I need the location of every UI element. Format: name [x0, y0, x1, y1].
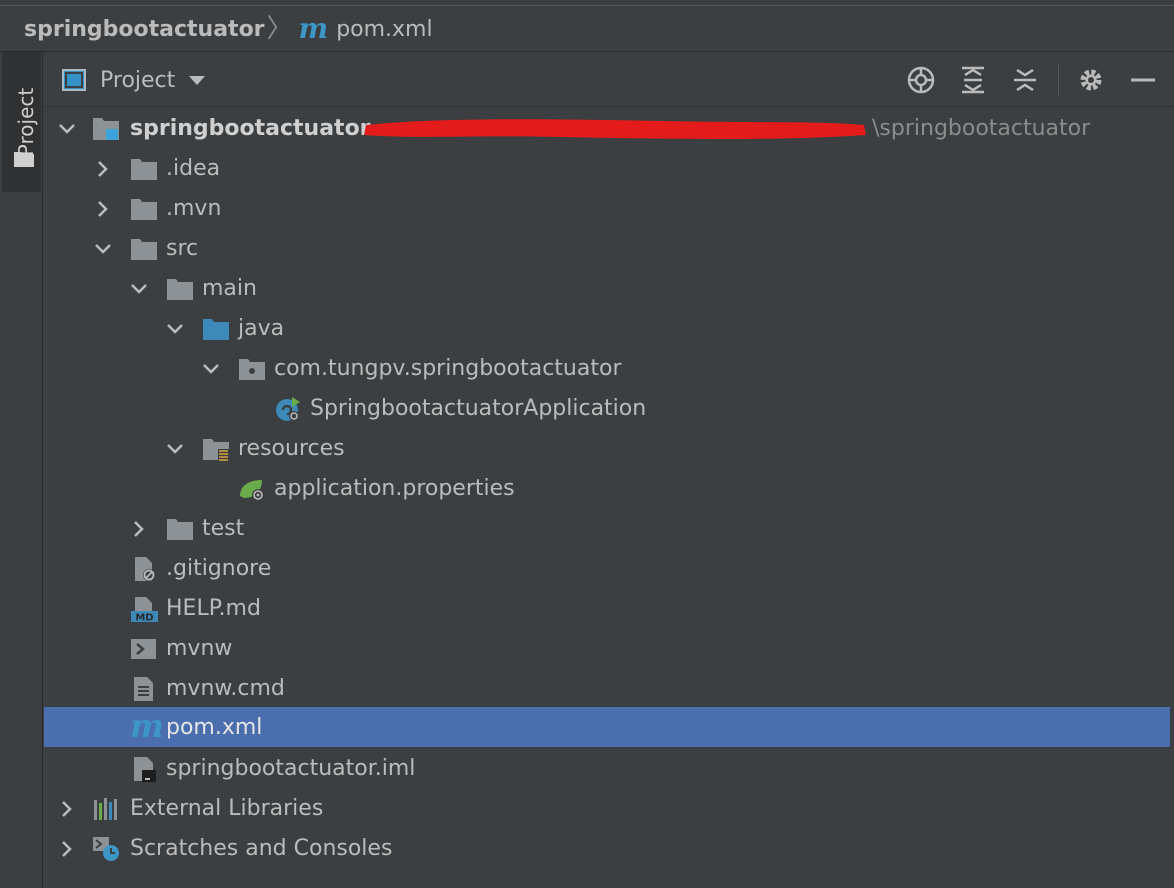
- tree-item-application-class[interactable]: SpringbootactuatorApplication: [44, 389, 1170, 429]
- tree-item-package[interactable]: com.tungpv.springbootactuator: [44, 349, 1170, 389]
- tree-item-label: External Libraries: [130, 796, 324, 821]
- scratches-icon: [93, 837, 119, 861]
- settings-button[interactable]: [1074, 63, 1108, 97]
- folder-icon: [167, 279, 193, 300]
- tree-item-label: main: [202, 276, 257, 301]
- tree-item-label: .gitignore: [166, 556, 272, 581]
- minimize-icon: [1131, 78, 1155, 82]
- folder-icon: [131, 199, 157, 220]
- tree-item-java[interactable]: java: [44, 309, 1170, 349]
- tree-item-label: SpringbootactuatorApplication: [310, 396, 647, 421]
- view-selector[interactable]: Project: [62, 53, 206, 107]
- tree-item-label: mvnw: [166, 636, 233, 661]
- view-selector-label: Project: [100, 67, 176, 93]
- chevron-down-icon[interactable]: [92, 238, 114, 260]
- tree-item-resources[interactable]: resources: [44, 429, 1170, 469]
- folder-icon: [14, 152, 34, 167]
- tree-item-main[interactable]: main: [44, 269, 1170, 309]
- ignore-file-icon: [135, 557, 155, 581]
- maven-icon: m: [298, 12, 329, 45]
- folder-icon: [131, 239, 157, 260]
- breadcrumb-separator: 〉: [266, 14, 293, 44]
- chevron-down-icon[interactable]: [128, 278, 150, 300]
- expand-all-button[interactable]: [956, 63, 990, 97]
- tree-item-label: application.properties: [274, 476, 515, 501]
- breadcrumb-file[interactable]: pom.xml: [336, 17, 432, 42]
- spring-properties-icon: [240, 480, 264, 501]
- tree-item-label: Scratches and Consoles: [130, 836, 393, 861]
- chevron-down-icon: [189, 75, 206, 85]
- chevron-down-icon[interactable]: [164, 318, 186, 340]
- tree-item-test[interactable]: test: [44, 509, 1170, 549]
- spring-class-icon: [276, 397, 300, 421]
- module-folder-icon: [93, 118, 119, 140]
- collapse-all-button[interactable]: [1008, 63, 1042, 97]
- window-top-border: [0, 0, 1174, 6]
- maven-icon: m: [130, 707, 164, 745]
- project-tree[interactable]: springbootactuator \springbootactuator .…: [44, 108, 1174, 888]
- chevron-down-icon[interactable]: [56, 118, 78, 140]
- tree-item-path: \springbootactuator: [872, 116, 1091, 141]
- tool-window-stripe: Project: [0, 52, 43, 888]
- tree-item-label: springbootactuator.iml: [166, 756, 416, 781]
- gear-icon: [1080, 69, 1102, 91]
- project-view-icon: [62, 69, 86, 91]
- markdown-icon: MD: [131, 597, 158, 623]
- tree-item-help-md[interactable]: MD HELP.md: [44, 589, 1170, 629]
- tree-item-label: mvnw.cmd: [166, 676, 285, 701]
- chevron-right-icon[interactable]: [92, 158, 114, 180]
- tree-item-label: pom.xml: [166, 715, 263, 740]
- tree-item-scratches[interactable]: Scratches and Consoles: [44, 829, 1170, 869]
- text-file-icon: [134, 677, 153, 701]
- libraries-icon: [94, 798, 117, 820]
- tree-item-label: test: [202, 516, 245, 541]
- project-tool-window-tab[interactable]: Project: [2, 52, 41, 192]
- source-folder-icon: [203, 319, 229, 340]
- tree-item-idea[interactable]: .idea: [44, 149, 1170, 189]
- tree-item-label: src: [166, 236, 199, 261]
- chevron-right-icon[interactable]: [56, 838, 78, 860]
- tree-item-iml[interactable]: springbootactuator.iml: [44, 749, 1170, 789]
- tree-item-label: resources: [238, 436, 345, 461]
- package-icon: [239, 359, 265, 380]
- iml-file-icon: [134, 757, 156, 782]
- markdown-badge-text: MD: [135, 613, 153, 623]
- tree-item-mvnw[interactable]: mvnw: [44, 629, 1170, 669]
- folder-icon: [131, 159, 157, 180]
- folder-icon: [167, 519, 193, 540]
- minimize-button[interactable]: [1126, 63, 1160, 97]
- tree-item-label: springbootactuator: [130, 116, 371, 141]
- tree-item-mvn[interactable]: .mvn: [44, 189, 1170, 229]
- tree-item-label: .mvn: [166, 196, 222, 221]
- tree-item-pom-xml[interactable]: m pom.xml: [44, 707, 1170, 747]
- navigation-bar: springbootactuator 〉 m pom.xml: [0, 7, 1174, 52]
- tree-item-label: com.tungpv.springbootactuator: [274, 356, 622, 381]
- tree-item-mvnw-cmd[interactable]: mvnw.cmd: [44, 669, 1170, 709]
- locate-button[interactable]: [904, 63, 938, 97]
- resources-folder-icon: [203, 439, 229, 461]
- tree-item-src[interactable]: src: [44, 229, 1170, 269]
- tree-item-label: HELP.md: [166, 596, 261, 621]
- tree-item-gitignore[interactable]: .gitignore: [44, 549, 1170, 589]
- expand-all-icon: [962, 66, 984, 94]
- redaction-scribble: [364, 119, 866, 139]
- shell-script-icon: [131, 639, 156, 659]
- chevron-right-icon[interactable]: [56, 798, 78, 820]
- project-tab-label: Project: [14, 87, 38, 157]
- tree-item-label: .idea: [166, 156, 221, 181]
- locate-icon: [907, 66, 935, 94]
- project-toolbar: Project: [44, 53, 1174, 107]
- tree-item-project-root[interactable]: springbootactuator \springbootactuator: [44, 109, 1170, 149]
- tree-item-label: java: [238, 316, 285, 341]
- collapse-all-icon: [1014, 68, 1036, 92]
- tree-item-external-libraries[interactable]: External Libraries: [44, 789, 1170, 829]
- breadcrumb-project[interactable]: springbootactuator: [24, 17, 265, 42]
- chevron-right-icon[interactable]: [128, 518, 150, 540]
- tree-item-application-properties[interactable]: application.properties: [44, 469, 1170, 509]
- chevron-down-icon[interactable]: [164, 438, 186, 460]
- chevron-down-icon[interactable]: [200, 358, 222, 380]
- toolbar-divider: [1058, 63, 1059, 97]
- chevron-right-icon[interactable]: [92, 198, 114, 220]
